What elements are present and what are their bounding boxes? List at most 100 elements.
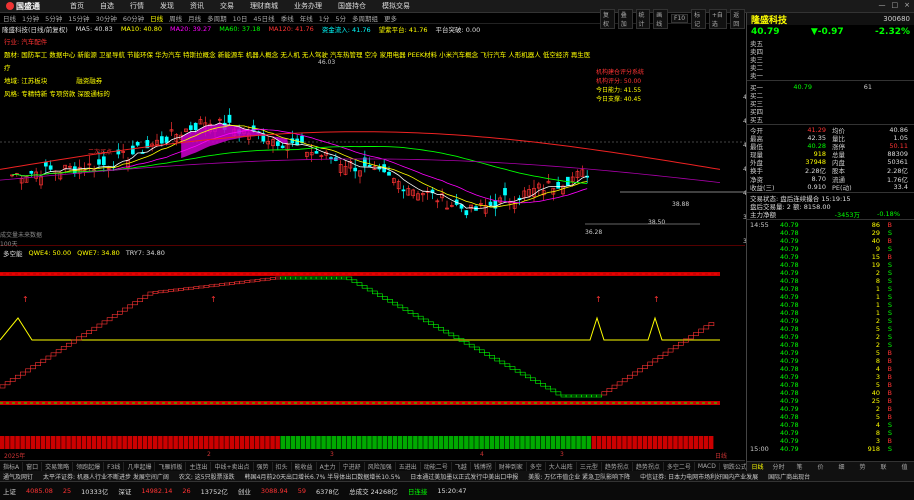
maximize-icon[interactable]: □ <box>892 1 899 9</box>
indicator-tab-7[interactable]: 主连出 <box>186 461 212 471</box>
menu-item-7[interactable]: 业务办理 <box>286 1 330 11</box>
indicator-tab-22[interactable]: 三元型 <box>577 461 602 471</box>
news-item-1[interactable]: 太平洋证券: 机器人行业不断进步 发展空间广阔 <box>43 472 169 481</box>
menu-item-2[interactable]: 行情 <box>122 1 152 11</box>
sh-index-change: 25 <box>62 487 72 495</box>
period-tab-13[interactable]: 年线 <box>297 13 316 23</box>
indicator-tab-11[interactable]: 能收益 <box>292 461 317 471</box>
period-tab-14[interactable]: 1分 <box>316 13 333 23</box>
menu-item-3[interactable]: 发现 <box>152 1 182 11</box>
period-tab-8[interactable]: 月线 <box>185 13 204 23</box>
menu-item-9[interactable]: 模拟交易 <box>374 1 418 11</box>
period-tab-1[interactable]: 1分钟 <box>19 13 42 23</box>
app-logo[interactable]: 国盛通 <box>0 1 62 12</box>
panel-tab-5[interactable]: 势 <box>852 462 873 471</box>
indicator-tab-2[interactable]: 交易策略 <box>42 461 74 471</box>
bid-row-4[interactable]: 买五 <box>747 115 914 124</box>
indicator-tab-1[interactable]: 窗口 <box>23 461 43 471</box>
indicator-tab-15[interactable]: 五进出 <box>396 461 421 471</box>
ask-row-0[interactable]: 卖五 <box>747 39 914 48</box>
period-tab-4[interactable]: 30分钟 <box>93 13 120 23</box>
indicator-tab-17[interactable]: 飞越 <box>452 461 471 471</box>
news-item-3[interactable]: 韩国4月前20天出口增长6.7% 半导体出口数据增长10.5% <box>245 472 401 481</box>
bid-row-2[interactable]: 买三 <box>747 99 914 108</box>
period-tab-15[interactable]: 5分 <box>332 13 349 23</box>
period-tab-17[interactable]: 更多 <box>381 13 400 23</box>
bid-row-3[interactable]: 买四 <box>747 107 914 116</box>
indicator-tab-21[interactable]: 大人出阵 <box>546 461 577 471</box>
indicator-tab-18[interactable]: 钱博拐 <box>471 461 496 471</box>
stair-bar <box>519 371 526 376</box>
period-tab-10[interactable]: 10日 <box>230 13 251 23</box>
menu-item-4[interactable]: 资讯 <box>182 1 212 11</box>
indicator-tab-23[interactable]: 趋势拐点 <box>602 461 633 471</box>
period-tab-7[interactable]: 周线 <box>166 13 185 23</box>
close-icon[interactable]: × <box>904 1 910 9</box>
main-kline-chart[interactable]: 46.03 36.28 38.50 38.88 二次买点 行业: 汽车配件 题材: 国防… <box>0 34 760 248</box>
indicator-tab-4[interactable]: F3线 <box>104 461 125 471</box>
indicator-tab-16[interactable]: 动能二号 <box>421 461 452 471</box>
news-item-2[interactable]: 农文: 这5只股票涨跌 <box>179 472 235 481</box>
indicator-tab-0[interactable]: 指标A <box>0 461 24 471</box>
period-tab-6[interactable]: 日线 <box>147 13 166 23</box>
volume-bar <box>408 436 413 449</box>
sz-index-name[interactable]: 深证 <box>118 486 131 496</box>
volume-bar <box>178 436 183 449</box>
indicator-tab-19[interactable]: 财神到家 <box>496 461 527 471</box>
panel-tab-2[interactable]: 笔 <box>789 462 810 471</box>
volume-bar <box>173 436 178 449</box>
period-tab-9[interactable]: 多周期 <box>204 13 230 23</box>
news-ticker[interactable]: 通气及网钉 太平洋证券: 机器人行业不断进步 发展空间广阔 农文: 这5只股票涨跌 韩… <box>0 471 914 481</box>
news-item-7[interactable]: 国际广商出现台 <box>768 472 810 481</box>
ask-row-3[interactable]: 卖二 <box>747 63 914 72</box>
indicator-tab-20[interactable]: 多空 <box>527 461 546 471</box>
period-tab-16[interactable]: 多周期组 <box>349 13 381 23</box>
panel-tab-7[interactable]: 值 <box>894 462 914 471</box>
indicator-tab-25[interactable]: 多空二号 <box>664 461 695 471</box>
main-flow[interactable]: 主力净额 -3453万 -0.18% <box>747 210 914 219</box>
indicator-tab-8[interactable]: 中线+卖出点 <box>211 461 254 471</box>
tool-button-4[interactable]: F10 <box>671 14 689 23</box>
period-tab-2[interactable]: 5分钟 <box>42 13 65 23</box>
indicator-tab-13[interactable]: 宁进舒 <box>340 461 365 471</box>
indicator-tab-24[interactable]: 趋势拐点 <box>633 461 664 471</box>
sh-index-name[interactable]: 上证 <box>3 486 16 496</box>
panel-tab-6[interactable]: 联 <box>873 462 894 471</box>
indicator-tab-3[interactable]: 领跑起爆 <box>73 461 105 471</box>
indicator-tab-5[interactable]: 几率起爆 <box>124 461 156 471</box>
period-tab-11[interactable]: 45日线 <box>250 13 277 23</box>
period-tab-12[interactable]: 季线 <box>278 13 297 23</box>
indicator-tab-12[interactable]: A主力 <box>317 461 340 471</box>
ask-row-4[interactable]: 卖一 <box>747 71 914 80</box>
bid-row-0[interactable]: 买一 40.79 61 <box>747 82 914 92</box>
menu-item-0[interactable]: 首页 <box>62 1 92 11</box>
volume-bar <box>494 436 500 449</box>
indicator-tab-9[interactable]: 强势 <box>254 461 273 471</box>
cy-index-name[interactable]: 创业 <box>238 486 251 496</box>
bid-row-1[interactable]: 买二 <box>747 91 914 100</box>
news-item-5[interactable]: 美股: 万亿市值企业 紧急卫队影响下降 <box>528 472 630 481</box>
panel-tab-4[interactable]: 细 <box>831 462 852 471</box>
sub-indicator-chart[interactable]: ↑ ↑ ↑ ↑ <box>0 258 745 451</box>
menu-item-5[interactable]: 交易 <box>212 1 242 11</box>
news-item-6[interactable]: 中信证券: 日本力电网市场利好国内产业发展 <box>640 472 758 481</box>
panel-tab-0[interactable]: 日线 <box>747 462 768 471</box>
tick-list[interactable]: 14:55 40.79 86 B 40.78 29 S 40.79 40 B 40.79 9 S 40.7… <box>747 221 914 453</box>
indicator-tab-14[interactable]: 风险加强 <box>365 461 396 471</box>
period-tab-0[interactable]: 日线 <box>0 13 19 23</box>
menu-item-8[interactable]: 国盛持仓 <box>330 1 374 11</box>
panel-tab-3[interactable]: 价 <box>810 462 831 471</box>
period-tab-3[interactable]: 15分钟 <box>65 13 92 23</box>
indicator-tab-6[interactable]: 飞雁抓板 <box>155 461 187 471</box>
period-tab-5[interactable]: 60分钟 <box>120 13 147 23</box>
news-item-0[interactable]: 通气及网钉 <box>3 472 33 481</box>
menu-item-1[interactable]: 自选 <box>92 1 122 11</box>
ask-row-2[interactable]: 卖三 <box>747 55 914 64</box>
minimize-icon[interactable]: — <box>879 1 886 9</box>
menu-item-6[interactable]: 理财商城 <box>242 1 286 11</box>
news-item-4[interactable]: 日本通过美加墨以正式发行中美出口申报 <box>410 472 518 481</box>
indicator-tab-10[interactable]: 扣头 <box>273 461 292 471</box>
panel-tab-1[interactable]: 分时 <box>768 462 789 471</box>
ask-row-1[interactable]: 卖四 <box>747 47 914 56</box>
indicator-tab-26[interactable]: MACD <box>695 462 720 470</box>
